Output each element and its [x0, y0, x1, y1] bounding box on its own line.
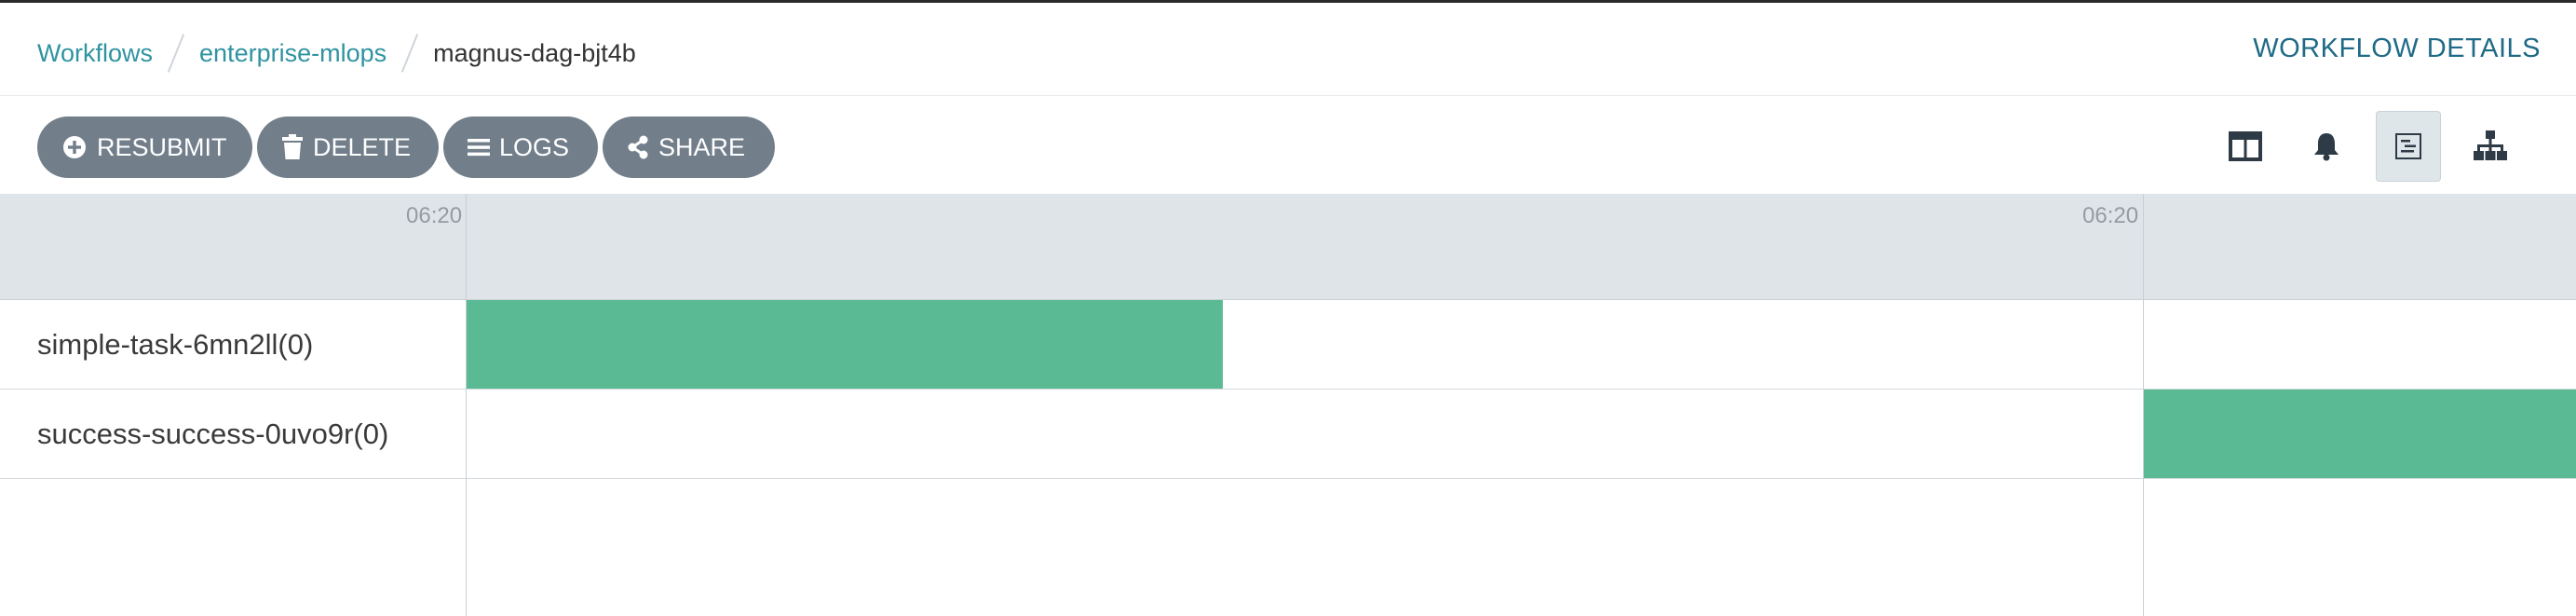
notifications-button[interactable]	[2294, 111, 2359, 182]
timeline-row-label: success-success-0uvo9r(0)	[37, 418, 389, 450]
timeline-row[interactable]: simple-task-6mn2ll(0)	[0, 300, 2576, 390]
timeline-bar[interactable]	[467, 300, 1223, 389]
page-header: Workflows enterprise-mlops magnus-dag-bj…	[0, 3, 2576, 96]
resubmit-button[interactable]: RESUBMIT	[37, 116, 252, 178]
tree-icon	[2474, 130, 2507, 160]
share-icon	[628, 135, 648, 159]
timeline-tick: 06:20	[2082, 203, 2139, 228]
timeline-bar[interactable]	[2144, 390, 2576, 478]
breadcrumb: Workflows enterprise-mlops magnus-dag-bj…	[37, 33, 636, 74]
timeline-panel: 06:20 06:20 simple-task-6mn2ll(0) succes…	[0, 194, 2576, 616]
share-button[interactable]: SHARE	[603, 116, 775, 178]
timeline-row-label: simple-task-6mn2ll(0)	[37, 328, 314, 361]
timeline-icon	[2395, 133, 2421, 159]
share-label: SHARE	[658, 132, 746, 161]
trash-icon	[282, 134, 303, 159]
timeline-row[interactable]: success-success-0uvo9r(0)	[0, 390, 2576, 479]
timeline-gridline	[466, 194, 467, 616]
split-view-button[interactable]	[2213, 111, 2278, 182]
timeline-tick: 06:20	[406, 203, 463, 228]
delete-button[interactable]: DELETE	[257, 116, 439, 178]
page-title: WORKFLOW DETAILS	[2253, 34, 2541, 63]
timeline-gridline	[2143, 194, 2144, 616]
logs-button[interactable]: LOGS	[443, 116, 598, 178]
resubmit-label: RESUBMIT	[97, 132, 227, 161]
list-icon	[468, 139, 490, 157]
breadcrumb-namespace[interactable]: enterprise-mlops	[199, 39, 386, 68]
timeline-view-button[interactable]	[2376, 111, 2441, 182]
plus-circle-icon	[63, 136, 86, 158]
split-view-icon	[2229, 131, 2262, 161]
logs-label: LOGS	[499, 132, 570, 161]
breadcrumb-separator	[167, 34, 185, 73]
dag-view-button[interactable]	[2458, 111, 2523, 182]
breadcrumb-workflows[interactable]: Workflows	[37, 39, 153, 68]
delete-label: DELETE	[313, 132, 412, 161]
toolbar: RESUBMIT DELETE LOGS SHARE	[0, 96, 2576, 193]
timeline-header: 06:20 06:20	[0, 194, 2576, 300]
breadcrumb-current: magnus-dag-bjt4b	[433, 38, 636, 67]
breadcrumb-separator	[400, 34, 419, 73]
bell-icon	[2314, 133, 2339, 161]
